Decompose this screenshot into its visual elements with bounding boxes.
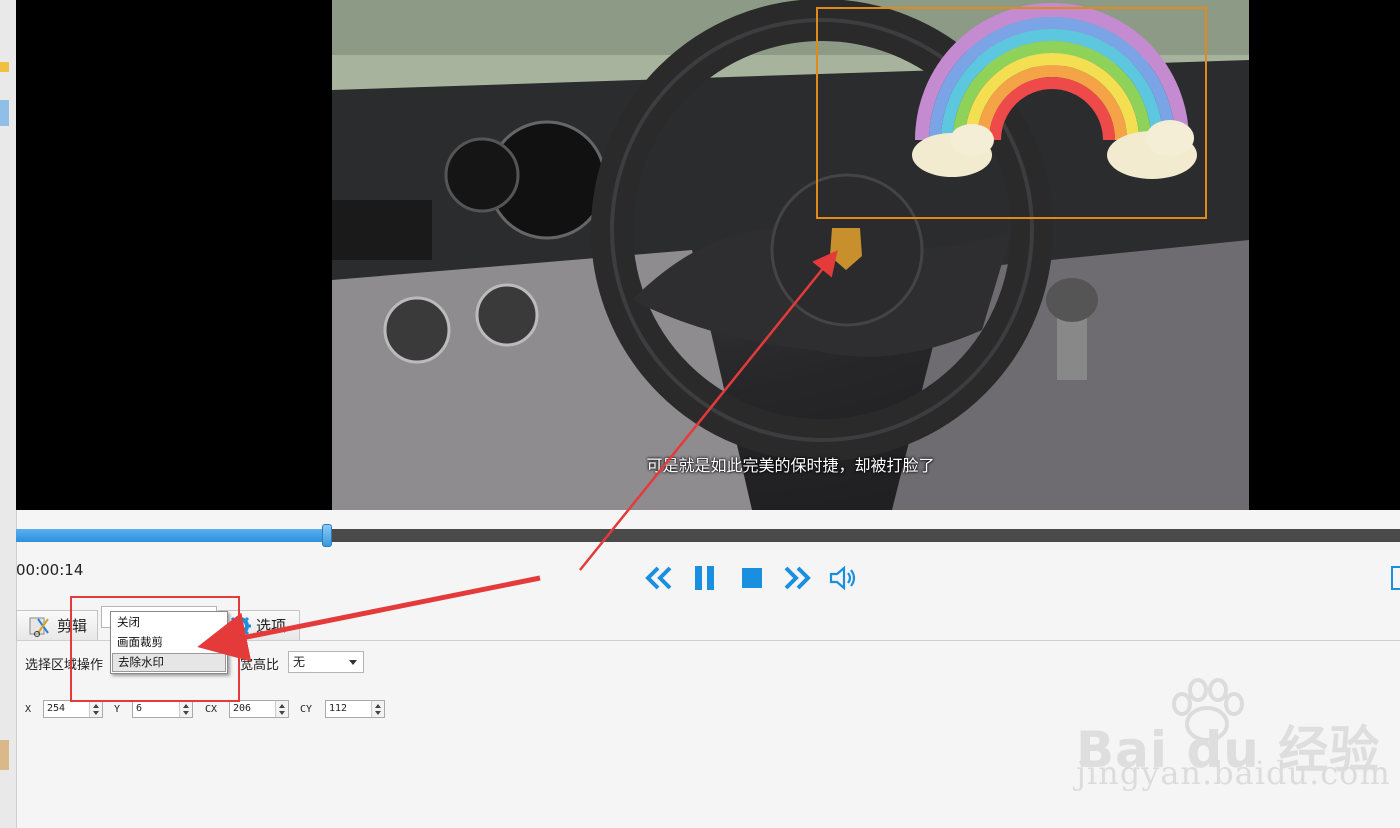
baidu-watermark: Bai du 经验 jingyan.baidu.com — [1070, 676, 1400, 806]
arrow-to-logo — [579, 250, 838, 571]
watermark-url: jingyan.baidu.com — [1076, 754, 1391, 792]
arrow-to-menu — [197, 575, 541, 662]
